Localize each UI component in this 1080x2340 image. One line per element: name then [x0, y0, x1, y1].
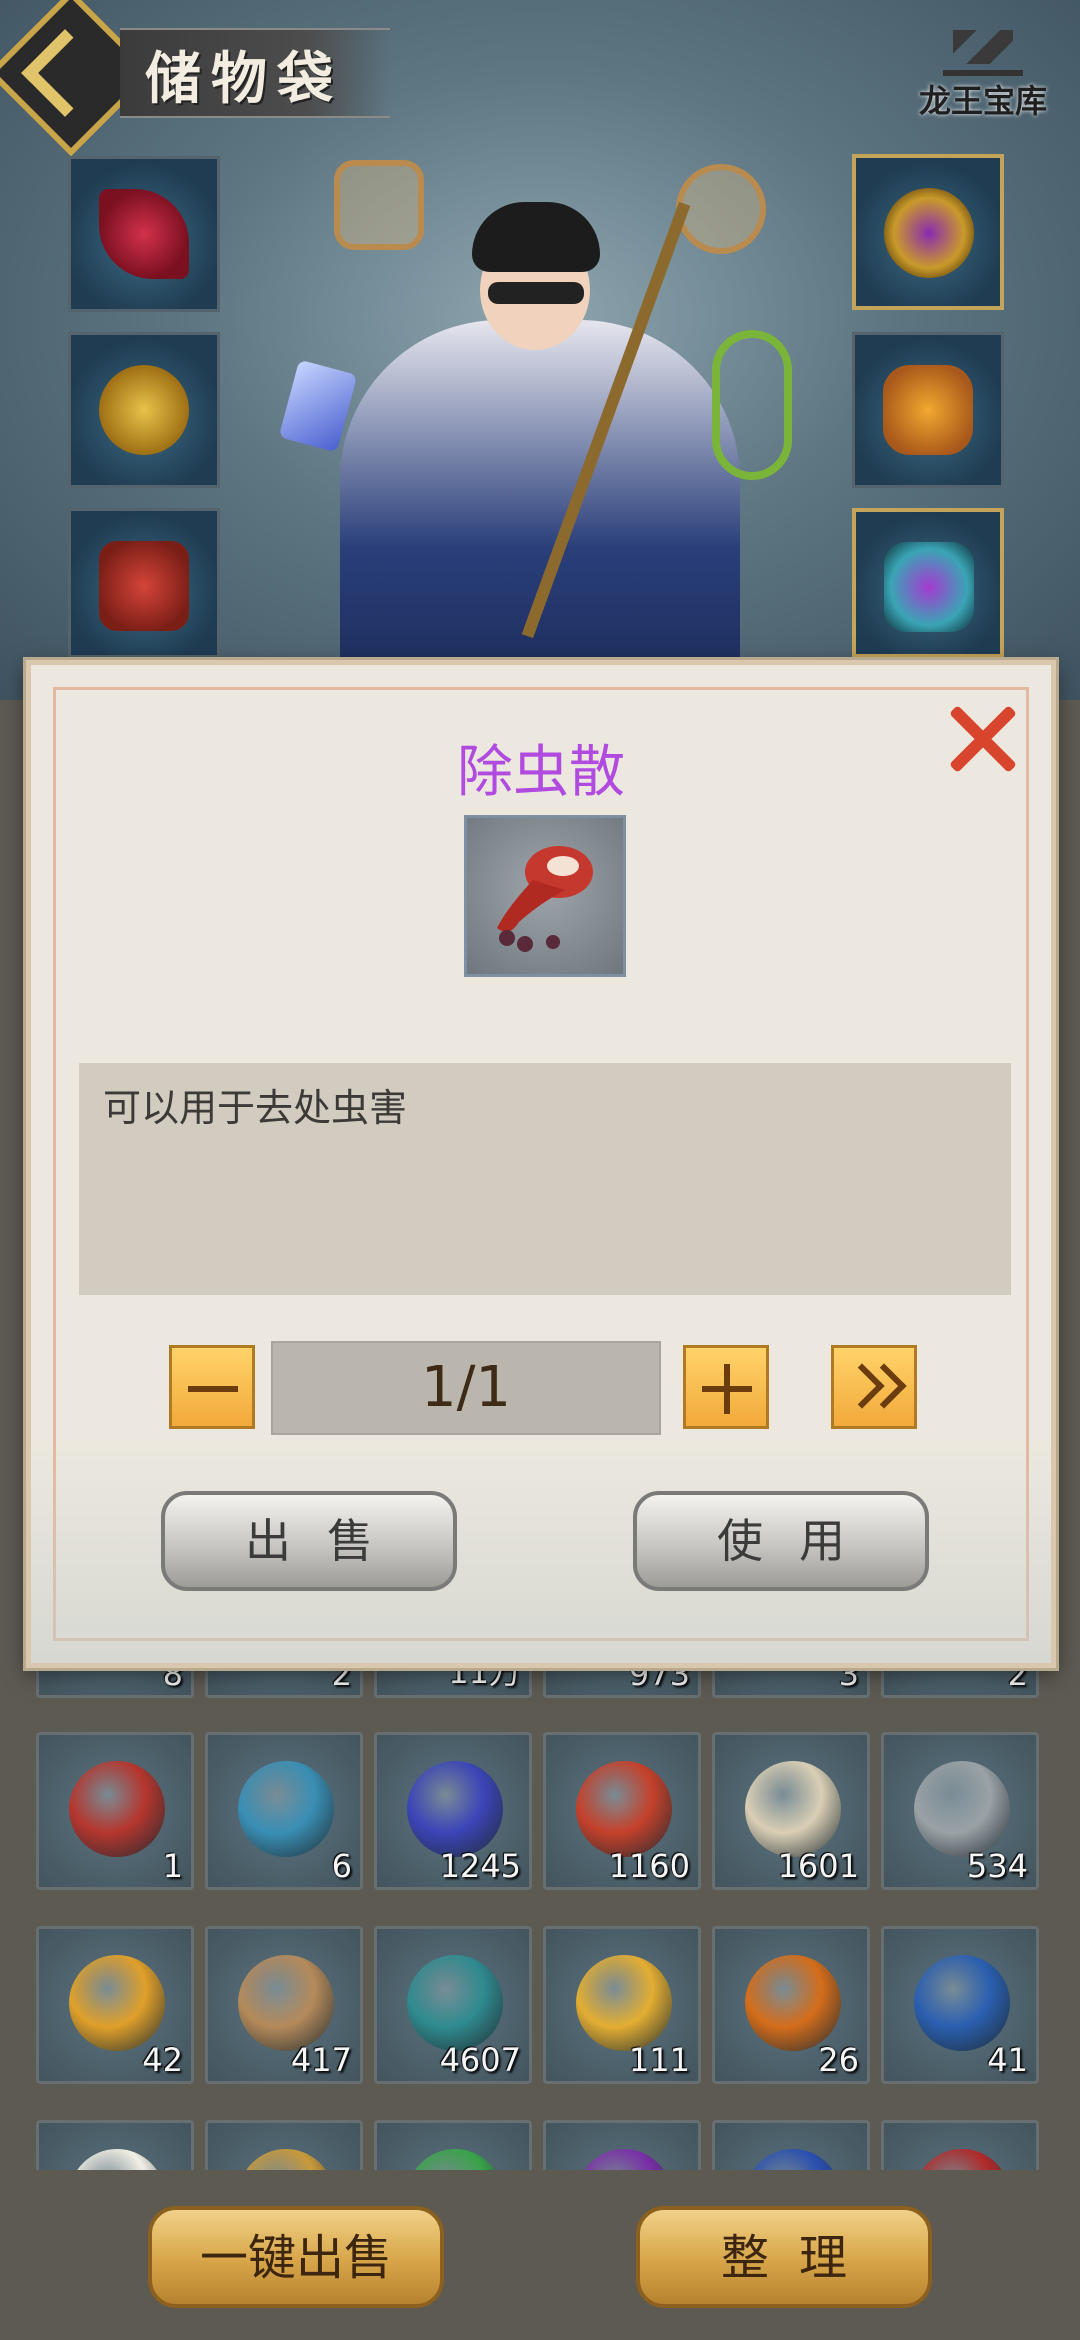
item-count: 1601 — [777, 1847, 859, 1885]
inventory-cell[interactable]: 26 — [712, 1926, 870, 2084]
quantity-field[interactable]: 1/1 — [271, 1341, 661, 1435]
inventory-cell[interactable] — [36, 2120, 194, 2170]
bracer-icon — [884, 542, 974, 632]
item-count: 1245 — [439, 1847, 521, 1885]
inventory-cell[interactable] — [712, 2120, 870, 2170]
amber-orb-icon — [745, 1955, 841, 2051]
bottom-action-bar: 一键出售 整理 — [0, 2170, 1080, 2340]
red-fruit-icon — [576, 1761, 672, 1857]
inventory-cell[interactable]: 1 — [36, 1732, 194, 1890]
amulet-icon — [883, 365, 973, 455]
purple-orb-icon — [576, 2149, 672, 2170]
inventory-cell[interactable] — [543, 2120, 701, 2170]
decrease-quantity-button[interactable] — [169, 1345, 255, 1429]
item-description: 可以用于去处虫害 — [103, 1086, 408, 1130]
sell-button[interactable]: 出售 — [161, 1491, 457, 1591]
sea-orb-icon — [914, 1955, 1010, 2051]
inventory-cell[interactable]: 1245 — [374, 1732, 532, 1890]
brand-text: 龙王宝库 — [918, 82, 1047, 120]
blade-icon — [99, 189, 189, 279]
armor-icon — [99, 541, 189, 631]
red-gourd-icon — [497, 846, 593, 952]
item-count: 6 — [331, 1847, 352, 1885]
gold-bar-icon — [576, 1955, 672, 2051]
equip-slot-helmet[interactable] — [68, 332, 220, 488]
character-hair — [472, 202, 600, 272]
max-quantity-button[interactable] — [831, 1345, 917, 1429]
inventory-cell[interactable] — [881, 2120, 1039, 2170]
inventory-cell[interactable]: 42 — [36, 1926, 194, 2084]
inventory-cell[interactable] — [374, 2120, 532, 2170]
header: 储物袋 — [0, 0, 400, 157]
character-robe — [340, 320, 740, 700]
inventory-grid: 1 6 1245 1160 1601 534 42 417 4607 111 26 41 — [36, 1640, 1046, 2170]
inventory-cell[interactable] — [205, 2120, 363, 2170]
equip-slot-ring[interactable] — [852, 154, 1004, 310]
item-count: 42 — [142, 2041, 183, 2079]
item-count: 41 — [987, 2041, 1028, 2079]
quantity-selector: 1/1 — [31, 1333, 1051, 1435]
inventory-cell[interactable]: 41 — [881, 1926, 1039, 2084]
sort-button[interactable]: 整理 — [636, 2206, 932, 2308]
equip-slot-bracer[interactable] — [852, 508, 1004, 658]
inventory-cell[interactable]: 6 — [205, 1732, 363, 1890]
claw-icon — [914, 1761, 1010, 1857]
item-name: 除虫散 — [457, 740, 625, 805]
equip-slot-weapon[interactable] — [68, 156, 220, 312]
equip-slot-amulet[interactable] — [852, 332, 1004, 488]
flower-icon — [69, 2149, 165, 2170]
item-count: 26 — [818, 2041, 859, 2079]
red-gourd-icon — [69, 1761, 165, 1857]
item-count: 111 — [628, 2041, 690, 2079]
jade-hook-icon — [712, 330, 792, 480]
item-count: 534 — [966, 1847, 1028, 1885]
dragon-logo-icon — [943, 30, 1023, 76]
teal-crystal-icon — [407, 1955, 503, 2051]
inventory-cell[interactable]: 4607 — [374, 1926, 532, 2084]
green-item-icon — [407, 2149, 503, 2170]
inventory-cell[interactable]: 417 — [205, 1926, 363, 2084]
character-equipment-panel: 储物袋 龙王宝库 — [0, 0, 1080, 700]
item-icon-frame — [464, 815, 626, 977]
inventory-cell[interactable]: 1160 — [543, 1732, 701, 1890]
sunglasses-icon — [488, 282, 584, 304]
red-orb-icon — [914, 2149, 1010, 2170]
inventory-cell[interactable]: 111 — [543, 1926, 701, 2084]
page-title: 储物袋 — [145, 46, 343, 112]
character-portrait — [300, 190, 780, 700]
helmet-icon — [99, 365, 189, 455]
item-count: 1 — [162, 1847, 183, 1885]
item-detail-dialog: 除虫散 可以用于去处虫害 1/1 出售 使用 — [26, 660, 1056, 1668]
equip-slot-armor[interactable] — [68, 508, 220, 658]
brand-logo: 龙王宝库 — [908, 30, 1058, 140]
item-count: 4607 — [439, 2041, 521, 2079]
item-count: 417 — [290, 2041, 352, 2079]
golden-orb-icon — [69, 1955, 165, 2051]
item-count: 1160 — [608, 1847, 690, 1885]
gold-item-icon — [238, 2149, 334, 2170]
blue-orb-icon — [745, 2149, 841, 2170]
beast-skull-icon — [745, 1761, 841, 1857]
wood-cross-icon — [238, 1955, 334, 2051]
blue-gem-icon — [407, 1761, 503, 1857]
item-description-box: 可以用于去处虫害 — [79, 1063, 1011, 1295]
blue-orb-icon — [238, 1761, 334, 1857]
inventory-cell[interactable]: 1601 — [712, 1732, 870, 1890]
sell-all-button[interactable]: 一键出售 — [148, 2206, 444, 2308]
use-button[interactable]: 使用 — [633, 1491, 929, 1591]
increase-quantity-button[interactable] — [683, 1345, 769, 1429]
ring-icon — [884, 188, 974, 278]
inventory-cell[interactable]: 534 — [881, 1732, 1039, 1890]
